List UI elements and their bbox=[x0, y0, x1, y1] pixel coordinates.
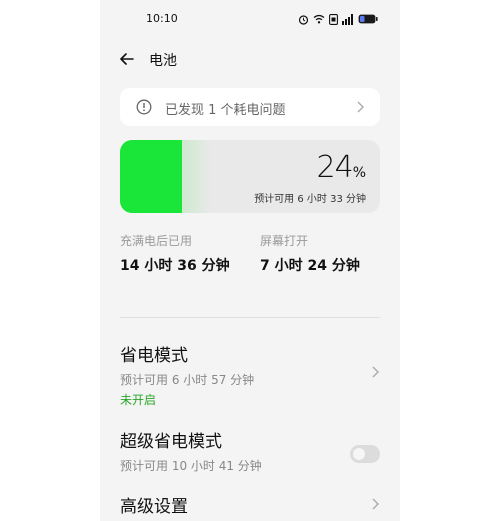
setting-title: 高级设置 bbox=[120, 497, 188, 517]
stat-screen-on: 屏幕打开 7 小时 24 分钟 bbox=[260, 232, 380, 277]
status-icons bbox=[298, 12, 378, 26]
setting-subtitle: 预计可用 6 小时 57 分钟 bbox=[120, 373, 255, 387]
battery-icon bbox=[358, 14, 378, 24]
stat-value: 7 小时 24 分钟 bbox=[260, 258, 360, 274]
setting-subtitle: 预计可用 10 小时 41 分钟 bbox=[120, 459, 262, 473]
battery-level-fade bbox=[182, 140, 212, 213]
stat-value: 14 小时 36 分钟 bbox=[120, 258, 230, 274]
battery-level-fill bbox=[120, 140, 182, 213]
sim-icon bbox=[329, 13, 338, 25]
battery-percent: 24% bbox=[317, 150, 367, 185]
super-power-saving-toggle[interactable] bbox=[350, 445, 380, 463]
setting-title: 省电模式 bbox=[120, 346, 188, 366]
chevron-right-icon bbox=[357, 101, 364, 113]
setting-status: 未开启 bbox=[120, 393, 157, 407]
power-issue-banner[interactable]: 已发现 1 个耗电问题 bbox=[120, 88, 380, 126]
power-issue-text: 已发现 1 个耗电问题 bbox=[165, 103, 286, 118]
usage-stats: 充满电后已用 14 小时 36 分钟 屏幕打开 7 小时 24 分钟 bbox=[120, 232, 380, 302]
stat-since-full-charge: 充满电后已用 14 小时 36 分钟 bbox=[120, 232, 240, 277]
status-time: 10:10 bbox=[146, 12, 178, 25]
divider bbox=[120, 317, 380, 318]
super-power-saving-row: 超级省电模式 预计可用 10 小时 41 分钟 bbox=[120, 427, 380, 475]
stat-label: 屏幕打开 bbox=[260, 234, 309, 248]
chevron-right-icon bbox=[372, 366, 379, 378]
info-circle-icon bbox=[136, 99, 152, 115]
setting-title: 超级省电模式 bbox=[120, 432, 222, 452]
battery-level-card: 24% 预计可用 6 小时 33 分钟 bbox=[120, 140, 380, 213]
phone-screen: 10:10 电池 已发现 1 个耗电问题 24% 预计可用 6 小时 33 分钟… bbox=[100, 0, 400, 521]
battery-remaining-time: 预计可用 6 小时 33 分钟 bbox=[254, 194, 366, 205]
power-saving-mode-row[interactable]: 省电模式 预计可用 6 小时 57 分钟 未开启 bbox=[120, 341, 380, 407]
toggle-knob bbox=[353, 448, 365, 460]
stat-label: 充满电后已用 bbox=[120, 234, 193, 248]
advanced-settings-row[interactable]: 高级设置 bbox=[120, 492, 380, 520]
chevron-right-icon bbox=[372, 498, 379, 510]
wifi-icon bbox=[313, 14, 325, 24]
page-title: 电池 bbox=[149, 53, 177, 69]
signal-icon bbox=[342, 13, 353, 25]
battery-percent-value: 24 bbox=[316, 150, 354, 185]
battery-percent-sign: % bbox=[352, 165, 366, 181]
alarm-icon bbox=[298, 14, 309, 25]
header: 电池 bbox=[100, 44, 400, 74]
back-arrow-icon[interactable] bbox=[118, 50, 136, 68]
status-bar: 10:10 bbox=[100, 0, 400, 38]
